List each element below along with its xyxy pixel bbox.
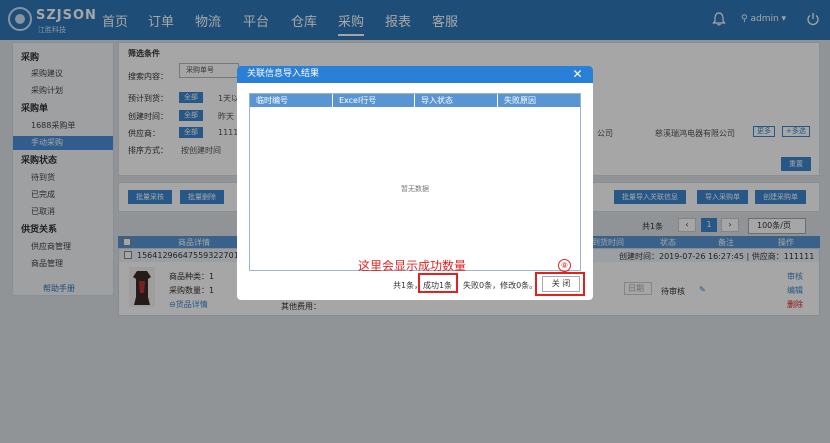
- close-button[interactable]: 关 闭: [542, 276, 580, 292]
- dialog-title: 关联信息导入结果: [237, 66, 593, 83]
- step-marker: ⑧: [558, 259, 571, 272]
- col-import-status: 导入状态: [415, 94, 498, 107]
- col-temp-id: 临时编号: [250, 94, 333, 107]
- footer-rest: 失败0条，修改0条。: [463, 281, 538, 290]
- col-excel-row: Excel行号: [333, 94, 415, 107]
- empty-message: 暂无数据: [401, 185, 429, 193]
- success-highlight-box: [418, 273, 458, 293]
- col-fail-reason: 失败原因: [504, 96, 536, 105]
- import-result-dialog: 关联信息导入结果 ✕ 临时编号 Excel行号 导入状态 失败原因 暂无数据 这…: [237, 66, 593, 300]
- annotation-text: 这里会显示成功数量: [358, 259, 467, 273]
- result-table: 临时编号 Excel行号 导入状态 失败原因 暂无数据: [249, 93, 581, 271]
- result-table-header: 临时编号 Excel行号 导入状态 失败原因: [250, 94, 580, 107]
- close-icon[interactable]: ✕: [570, 67, 585, 82]
